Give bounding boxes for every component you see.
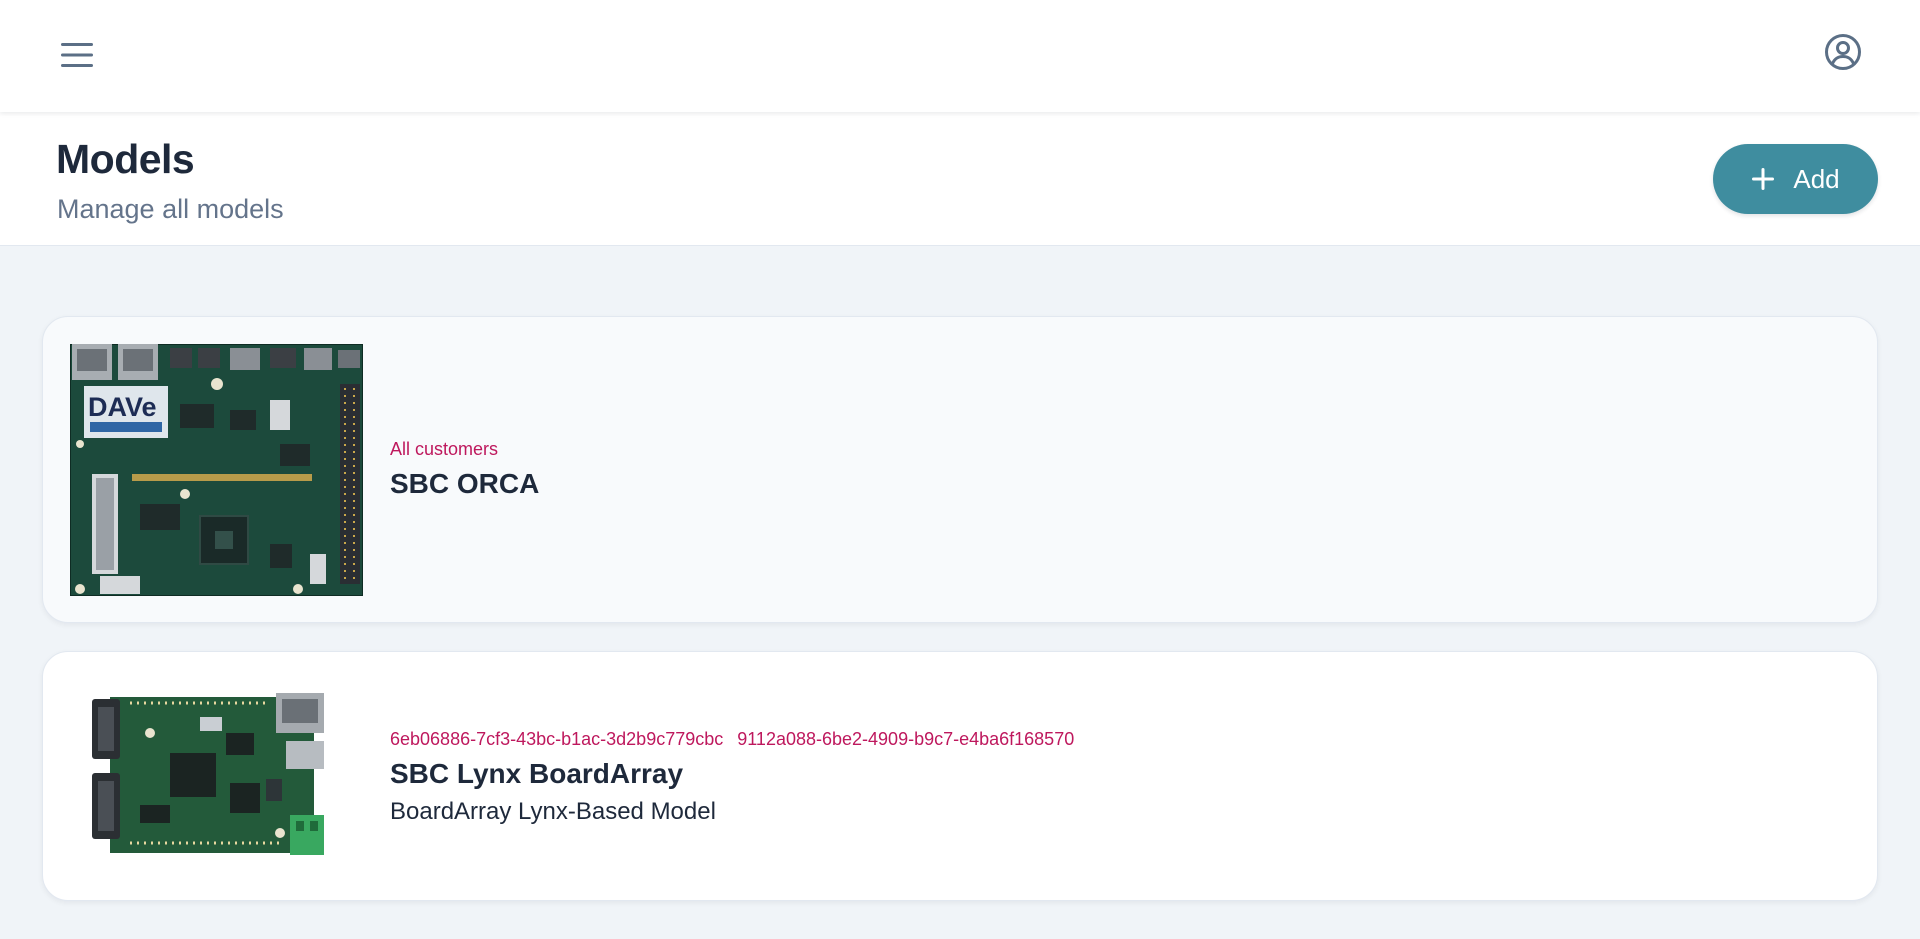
account-button[interactable] [1816, 27, 1870, 81]
model-tag: 9112a088-6be2-4909-b9c7-e4ba6f168570 [737, 729, 1075, 749]
plus-icon [1751, 167, 1775, 191]
page-subtitle: Manage all models [57, 194, 284, 224]
model-card[interactable]: 6eb06886-7cf3-43bc-b1ac-3d2b9c779cbc 911… [42, 651, 1878, 901]
model-name: SBC Lynx BoardArray [390, 758, 684, 789]
model-description: BoardArray Lynx-Based Model [390, 798, 716, 825]
menu-button[interactable] [50, 30, 104, 84]
model-image-lynx [90, 693, 327, 859]
hamburger-menu-icon [60, 41, 94, 74]
model-tag: 6eb06886-7cf3-43bc-b1ac-3d2b9c779cbc [390, 729, 724, 749]
add-button-label: Add [1793, 163, 1840, 194]
svg-text:DAVe: DAVe [88, 392, 157, 422]
model-name: SBC ORCA [390, 468, 540, 499]
model-tags: All customers [390, 439, 539, 460]
page-header: Models Manage all models Add [0, 112, 1920, 246]
model-info: 6eb06886-7cf3-43bc-b1ac-3d2b9c779cbc 911… [390, 729, 1074, 826]
model-card[interactable]: DAVe All customers SBC ORCA [42, 316, 1878, 623]
account-circle-icon [1824, 33, 1862, 76]
add-model-button[interactable]: Add [1713, 144, 1878, 214]
page-title: Models [56, 136, 195, 182]
model-image-orca: DAVe [70, 344, 363, 596]
model-tag: All customers [390, 439, 499, 459]
model-tags: 6eb06886-7cf3-43bc-b1ac-3d2b9c779cbc 911… [390, 729, 1074, 750]
top-app-bar [0, 0, 1920, 112]
model-info: All customers SBC ORCA [390, 439, 539, 500]
